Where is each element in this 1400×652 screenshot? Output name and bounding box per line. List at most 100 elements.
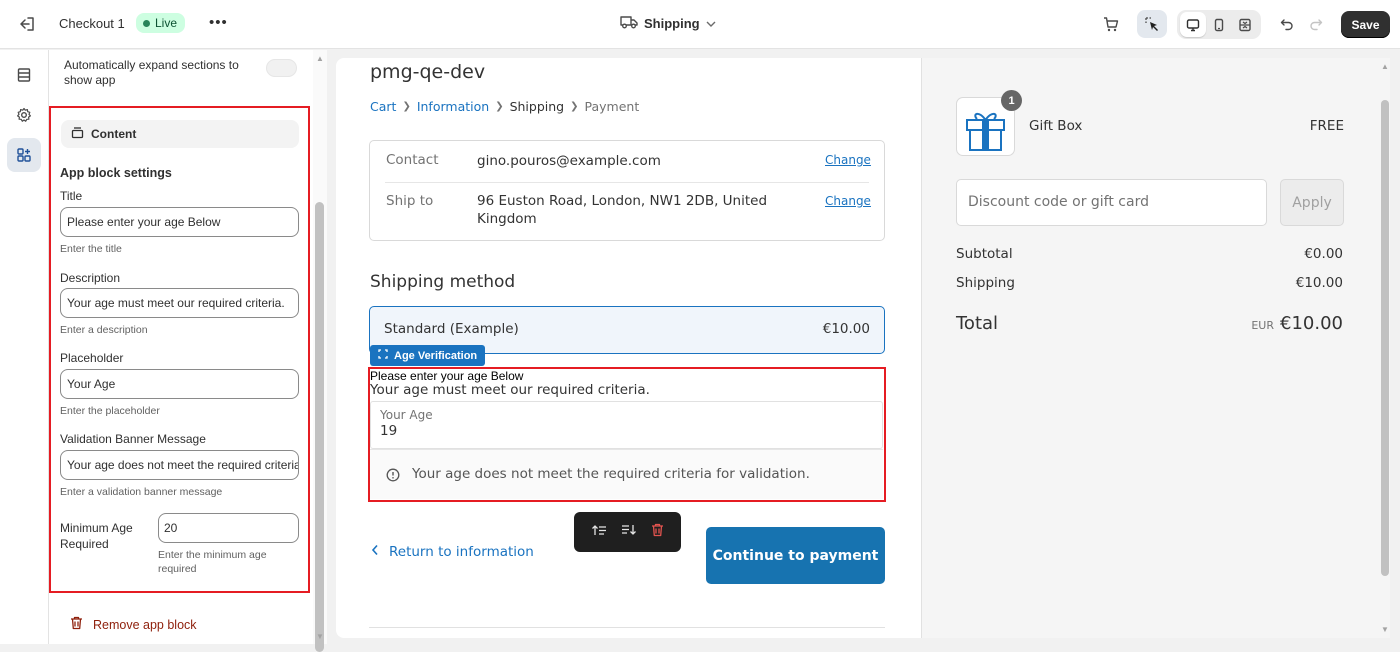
discount-input[interactable]: Discount code or gift card [956, 179, 1267, 226]
page-selector-label: Shipping [644, 16, 700, 31]
scroll-down-icon[interactable]: ▼ [1381, 625, 1389, 634]
contact-value: gino.pouros@example.com [477, 153, 661, 169]
ship-to-label: Ship to [386, 193, 434, 209]
scroll-up-icon[interactable]: ▲ [1381, 62, 1389, 71]
age-input[interactable] [370, 401, 883, 449]
total-label: Total [956, 313, 999, 334]
apply-button[interactable]: Apply [1280, 179, 1344, 226]
description-field-hint: Enter a description [60, 324, 148, 336]
scroll-thumb[interactable] [315, 202, 324, 652]
scroll-thumb[interactable] [1381, 100, 1389, 576]
chevron-right-icon: ❯ [570, 101, 579, 112]
more-actions-button[interactable]: ••• [209, 14, 228, 31]
inspector-icon[interactable] [1137, 10, 1167, 38]
content-tab[interactable]: Content [61, 120, 299, 148]
divider [369, 627, 885, 628]
description-field-label: Description [60, 271, 121, 285]
settings-gear-icon[interactable] [7, 98, 41, 132]
delete-icon[interactable] [651, 523, 664, 542]
total-currency: EUR [1251, 319, 1275, 332]
product-price: FREE [1309, 118, 1344, 134]
age-block-description: Your age must meet our required criteria… [370, 382, 650, 398]
auto-expand-toggle[interactable] [266, 59, 297, 77]
placeholder-field-label: Placeholder [60, 351, 124, 365]
breadcrumb-payment: Payment [584, 99, 640, 114]
move-up-icon[interactable] [591, 523, 607, 542]
scroll-down-icon[interactable]: ▼ [316, 632, 324, 641]
ship-to-value: 96 Euston Road, London, NW1 2DB, United … [477, 193, 768, 227]
sections-icon[interactable] [7, 58, 41, 92]
shipping-label: Shipping [956, 275, 1015, 291]
chevron-left-icon [371, 544, 379, 560]
select-frame-icon [378, 349, 388, 362]
subtotal-label: Subtotal [956, 246, 1013, 262]
quantity-badge: 1 [1001, 90, 1022, 111]
breadcrumb: Cart ❯ Information ❯ Shipping ❯ Payment [370, 99, 639, 114]
product-name: Gift Box [1029, 118, 1083, 134]
redo-icon[interactable] [1301, 10, 1331, 38]
viewport-switcher [1177, 10, 1261, 39]
page-selector[interactable]: Shipping [620, 15, 716, 32]
min-age-field-label: Minimum Age Required [60, 521, 133, 551]
change-contact-link[interactable]: Change [825, 153, 871, 167]
validation-field-label: Validation Banner Message [60, 432, 206, 446]
chevron-right-icon: ❯ [495, 101, 504, 112]
shipping-value: €10.00 [1295, 275, 1343, 291]
desktop-icon[interactable] [1180, 12, 1206, 37]
content-block-icon [71, 126, 84, 142]
status-badge: Live [136, 13, 186, 33]
age-input-value[interactable]: 19 [380, 423, 397, 439]
exit-icon[interactable] [18, 15, 36, 33]
review-block: Contact gino.pouros@example.com Change S… [369, 140, 885, 241]
remove-app-block-label: Remove app block [93, 617, 197, 632]
divider [385, 182, 869, 183]
app-block-badge-label: Age Verification [394, 349, 478, 362]
shipping-method-heading: Shipping method [370, 272, 516, 292]
shipping-option-price: €10.00 [822, 321, 870, 337]
continue-to-payment-button[interactable]: Continue to payment [706, 527, 885, 584]
fullscreen-icon[interactable] [1232, 12, 1258, 37]
status-label: Live [155, 16, 178, 30]
shop-name: pmg-qe-dev [370, 61, 486, 83]
preview-scrollbar[interactable]: ▲ ▼ [1379, 58, 1390, 638]
validation-banner-text: Your age does not meet the required crit… [412, 466, 810, 482]
panel-scrollbar[interactable]: ▲ ▼ [313, 50, 327, 652]
subtotal-value: €0.00 [1304, 246, 1343, 262]
title-field-hint: Enter the title [60, 243, 122, 255]
section-header: App block settings [60, 166, 172, 180]
remove-app-block-button[interactable]: Remove app block [70, 616, 197, 633]
cart-icon[interactable] [1096, 10, 1126, 38]
breadcrumb-cart[interactable]: Cart [370, 99, 396, 114]
validation-banner: Your age does not meet the required crit… [370, 449, 883, 499]
mobile-icon[interactable] [1206, 12, 1232, 37]
move-down-icon[interactable] [621, 523, 637, 542]
total: EUR €10.00 [1251, 313, 1343, 334]
age-block-title: Please enter your age Below [370, 369, 524, 383]
apps-icon[interactable] [7, 138, 41, 172]
chevron-right-icon: ❯ [402, 101, 411, 112]
change-ship-to-link[interactable]: Change [825, 194, 871, 208]
breadcrumb-shipping: Shipping [509, 99, 565, 114]
return-to-information-label: Return to information [389, 544, 534, 560]
title-field[interactable]: Please enter your age Below [60, 207, 299, 237]
top-bar: Checkout 1 Live ••• Shipping Save [0, 0, 1400, 49]
auto-expand-label: Automatically expand sections to show ap… [64, 58, 239, 87]
validation-field[interactable]: Your age does not meet the required crit… [60, 450, 299, 480]
min-age-field[interactable]: 20 [158, 513, 299, 543]
undo-icon[interactable] [1272, 10, 1302, 38]
description-field[interactable]: Your age must meet our required criteria… [60, 288, 299, 318]
placeholder-field-hint: Enter the placeholder [60, 405, 160, 417]
scroll-up-icon[interactable]: ▲ [316, 54, 324, 63]
return-to-information-link[interactable]: Return to information [371, 544, 534, 560]
placeholder-field[interactable]: Your Age [60, 369, 299, 399]
title-field-label: Title [60, 189, 83, 203]
chevron-down-icon [706, 16, 716, 31]
contact-label: Contact [386, 152, 439, 168]
min-age-field-hint: Enter the minimum age required [158, 549, 267, 575]
shipping-option-name: Standard (Example) [384, 321, 519, 337]
app-block-badge[interactable]: Age Verification [370, 345, 486, 366]
theme-title[interactable]: Checkout 1 [59, 16, 125, 31]
save-button[interactable]: Save [1341, 11, 1390, 38]
truck-icon [620, 15, 638, 32]
breadcrumb-information[interactable]: Information [417, 99, 489, 114]
